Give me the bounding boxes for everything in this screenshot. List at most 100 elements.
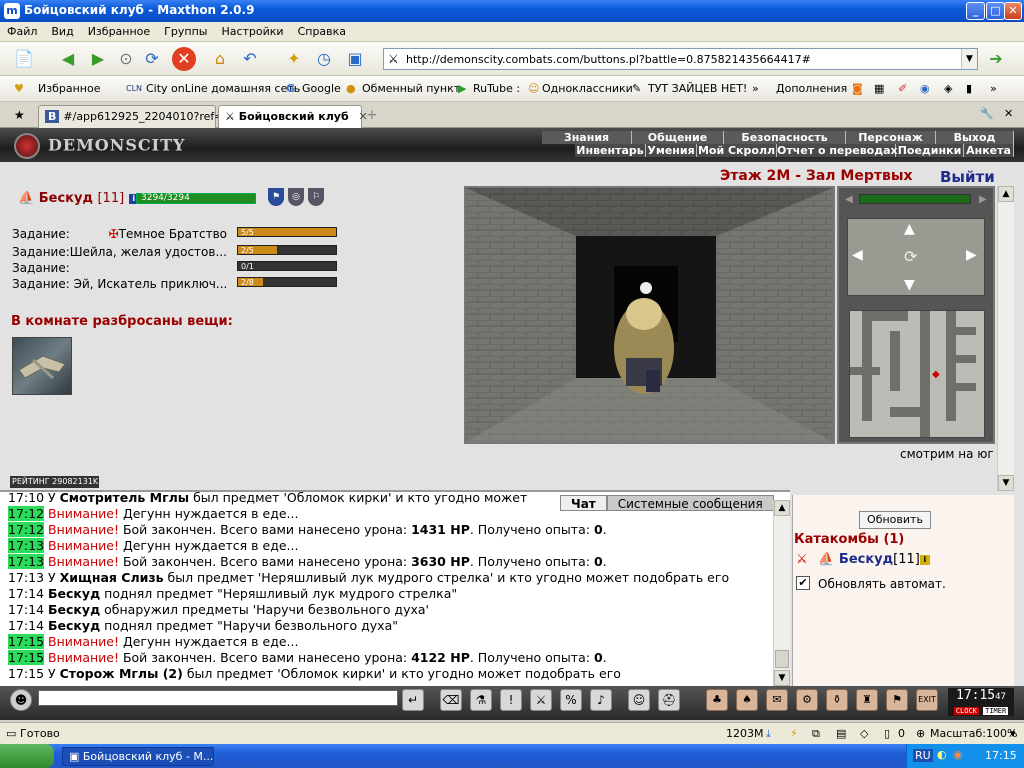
tray-app-icon[interactable]: ◉ (953, 748, 963, 761)
nav-inventory[interactable]: Инвентарь (575, 144, 646, 157)
start-button[interactable] (0, 744, 54, 768)
chat-time[interactable]: 17:15 (8, 650, 45, 665)
back-icon[interactable]: ◀ (56, 47, 80, 71)
scroll-up-icon[interactable]: ▲ (998, 186, 1014, 202)
refresh-button[interactable]: Обновить (859, 511, 931, 529)
minimize-button[interactable]: _ (966, 2, 985, 20)
heart-icon[interactable]: ♥ (14, 82, 24, 95)
nav-exit[interactable]: Выход (936, 131, 1014, 144)
new-page-icon[interactable]: 📄 (12, 47, 36, 71)
chat-name[interactable]: 3630 HP (411, 554, 470, 569)
exit-door-icon[interactable]: EXIT (916, 689, 938, 711)
chat-time[interactable]: 17:14 (8, 618, 44, 633)
compass-icon[interactable]: ◈ (944, 82, 952, 95)
fav-item-no-hares[interactable]: ТУТ ЗАЙЦЕВ НЕТ! (648, 82, 747, 95)
speaker-icon[interactable]: ◐ (937, 748, 947, 761)
chat-time[interactable]: 17:12 (8, 506, 45, 521)
zoom-icon[interactable]: ⊕ (916, 727, 925, 740)
stop-icon[interactable]: ✕ (172, 47, 196, 71)
chat-time[interactable]: 17:12 (8, 522, 45, 537)
clan-badge-icon[interactable]: ⚑ (268, 188, 284, 206)
maximize-button[interactable]: □ (986, 2, 1005, 20)
menu-view[interactable]: Вид (44, 22, 80, 41)
potion-icon[interactable]: ⚱ (826, 689, 848, 711)
menu-file[interactable]: Файл (0, 22, 44, 41)
nav-profile[interactable]: Анкета (964, 144, 1014, 157)
room-item-crossbow[interactable] (12, 337, 72, 395)
close-button[interactable]: ✕ (1004, 2, 1022, 20)
chat-name[interactable]: Смотритель Мглы (60, 490, 190, 505)
more-chevron-icon[interactable]: » (752, 82, 759, 95)
chat-face-icon[interactable]: ☻ (10, 689, 32, 711)
info-icon[interactable]: i (919, 554, 930, 565)
dungeon-view[interactable] (464, 186, 835, 444)
nav-knowledge[interactable]: Знания (542, 131, 632, 144)
window-mode-icon[interactable]: ⧉ (812, 727, 820, 741)
chat-time[interactable]: 17:13 (8, 538, 45, 553)
fav-item-addons[interactable]: Дополнения (776, 82, 847, 95)
chat-name[interactable]: Бескуд (48, 602, 100, 617)
scroll-thumb[interactable] (775, 650, 789, 668)
smiley-icon[interactable]: ☺ (628, 689, 650, 711)
menu-favorites[interactable]: Избранное (81, 22, 157, 41)
wrench-icon[interactable]: 🔧 (980, 107, 994, 120)
zoom-level[interactable]: Масштаб:100% (930, 727, 1017, 740)
fav-item-google[interactable]: Google (302, 82, 341, 95)
chevron-down-icon[interactable]: ▼ (961, 49, 977, 69)
character-name[interactable]: ⛵ Бескуд [11] i (18, 191, 139, 206)
nav-my-scroll[interactable]: Мой Скролл (697, 144, 777, 157)
send-icon[interactable]: ↵ (402, 689, 424, 711)
undo-icon[interactable]: ↶ (238, 47, 262, 71)
chat-name[interactable]: Бескуд (48, 586, 100, 601)
layers-icon[interactable]: ◇ (860, 727, 868, 740)
refresh-view-button[interactable]: ⟳ (904, 247, 917, 266)
search-icon[interactable]: ◉ (920, 82, 930, 95)
nav-security[interactable]: Безопасность (724, 131, 846, 144)
chat-name[interactable]: 4122 HP (411, 650, 470, 665)
room-user[interactable]: ⚔ ⛵ Бескуд[11] i (796, 552, 930, 567)
chat-time[interactable]: 17:13 (8, 554, 45, 569)
feather-icon[interactable]: ✐ (898, 82, 907, 95)
scroll-up-icon[interactable]: ▲ (774, 500, 790, 516)
new-tab-icon[interactable]: + (366, 107, 378, 123)
download-icon[interactable]: ⤓ (766, 727, 771, 741)
chevron-down-icon[interactable]: ▾ (1010, 727, 1016, 740)
address-bar[interactable]: ⚔ http://demonscity.combats.com/buttons.… (383, 48, 978, 70)
menu-help[interactable]: Справка (291, 22, 353, 41)
nav-character[interactable]: Персонаж (846, 131, 936, 144)
menu-settings[interactable]: Настройки (214, 22, 290, 41)
chat-input[interactable] (38, 690, 398, 706)
window-icon[interactable]: ▣ (343, 47, 367, 71)
order-shield-icon[interactable]: ⚐ (308, 188, 324, 206)
page-icon[interactable]: ▯ (884, 727, 890, 740)
menu-groups[interactable]: Группы (157, 22, 214, 41)
close-all-icon[interactable]: ✕ (1004, 107, 1013, 120)
dropdown-icon[interactable]: ⊙ (114, 47, 138, 71)
filter-icon[interactable]: ⚗ (470, 689, 492, 711)
right-arrow-icon[interactable]: ▶ (979, 194, 987, 205)
private-icon[interactable]: % (560, 689, 582, 711)
go-icon[interactable]: ➔ (984, 47, 1008, 71)
refresh-icon[interactable]: ⟳ (140, 47, 164, 71)
tab-chat[interactable]: Чат (560, 495, 607, 511)
flag-icon[interactable]: ⚑ (886, 689, 908, 711)
turn-right-button[interactable]: ▶ (966, 247, 977, 263)
more-chevron-icon[interactable]: » (990, 82, 997, 95)
chat-time[interactable]: 17:15 (8, 666, 44, 681)
nav-battles[interactable]: Поединки (896, 144, 964, 157)
taskbar-item[interactable]: ▣ Бойцовский клуб - M... (62, 747, 214, 766)
eraser-icon[interactable]: ⌫ (440, 689, 462, 711)
chat-name[interactable]: Хищная Слизь (60, 570, 164, 585)
tab-fight-club[interactable]: ⚔ Бойцовский клуб ✕ (218, 105, 368, 128)
turn-left-button[interactable]: ◀ (852, 247, 863, 263)
fav-item-rutube[interactable]: RuTube : (473, 82, 520, 95)
fav-item-favorites[interactable]: Избранное (38, 82, 100, 95)
fav-item-odnoklassniki[interactable]: Одноклассники (542, 82, 633, 95)
auto-refresh-checkbox[interactable]: ✔ (796, 576, 810, 590)
flashlight-icon[interactable]: ▮ (966, 82, 972, 95)
chat-time[interactable]: 17:13 (8, 570, 44, 585)
chat-name[interactable]: 1431 HP (411, 522, 470, 537)
fav-item-city-online[interactable]: City onLine домашняя сеть (146, 82, 300, 95)
exit-link[interactable]: Выйти (940, 168, 995, 186)
page-scrollbar[interactable]: ▲ ▼ (997, 186, 1014, 491)
